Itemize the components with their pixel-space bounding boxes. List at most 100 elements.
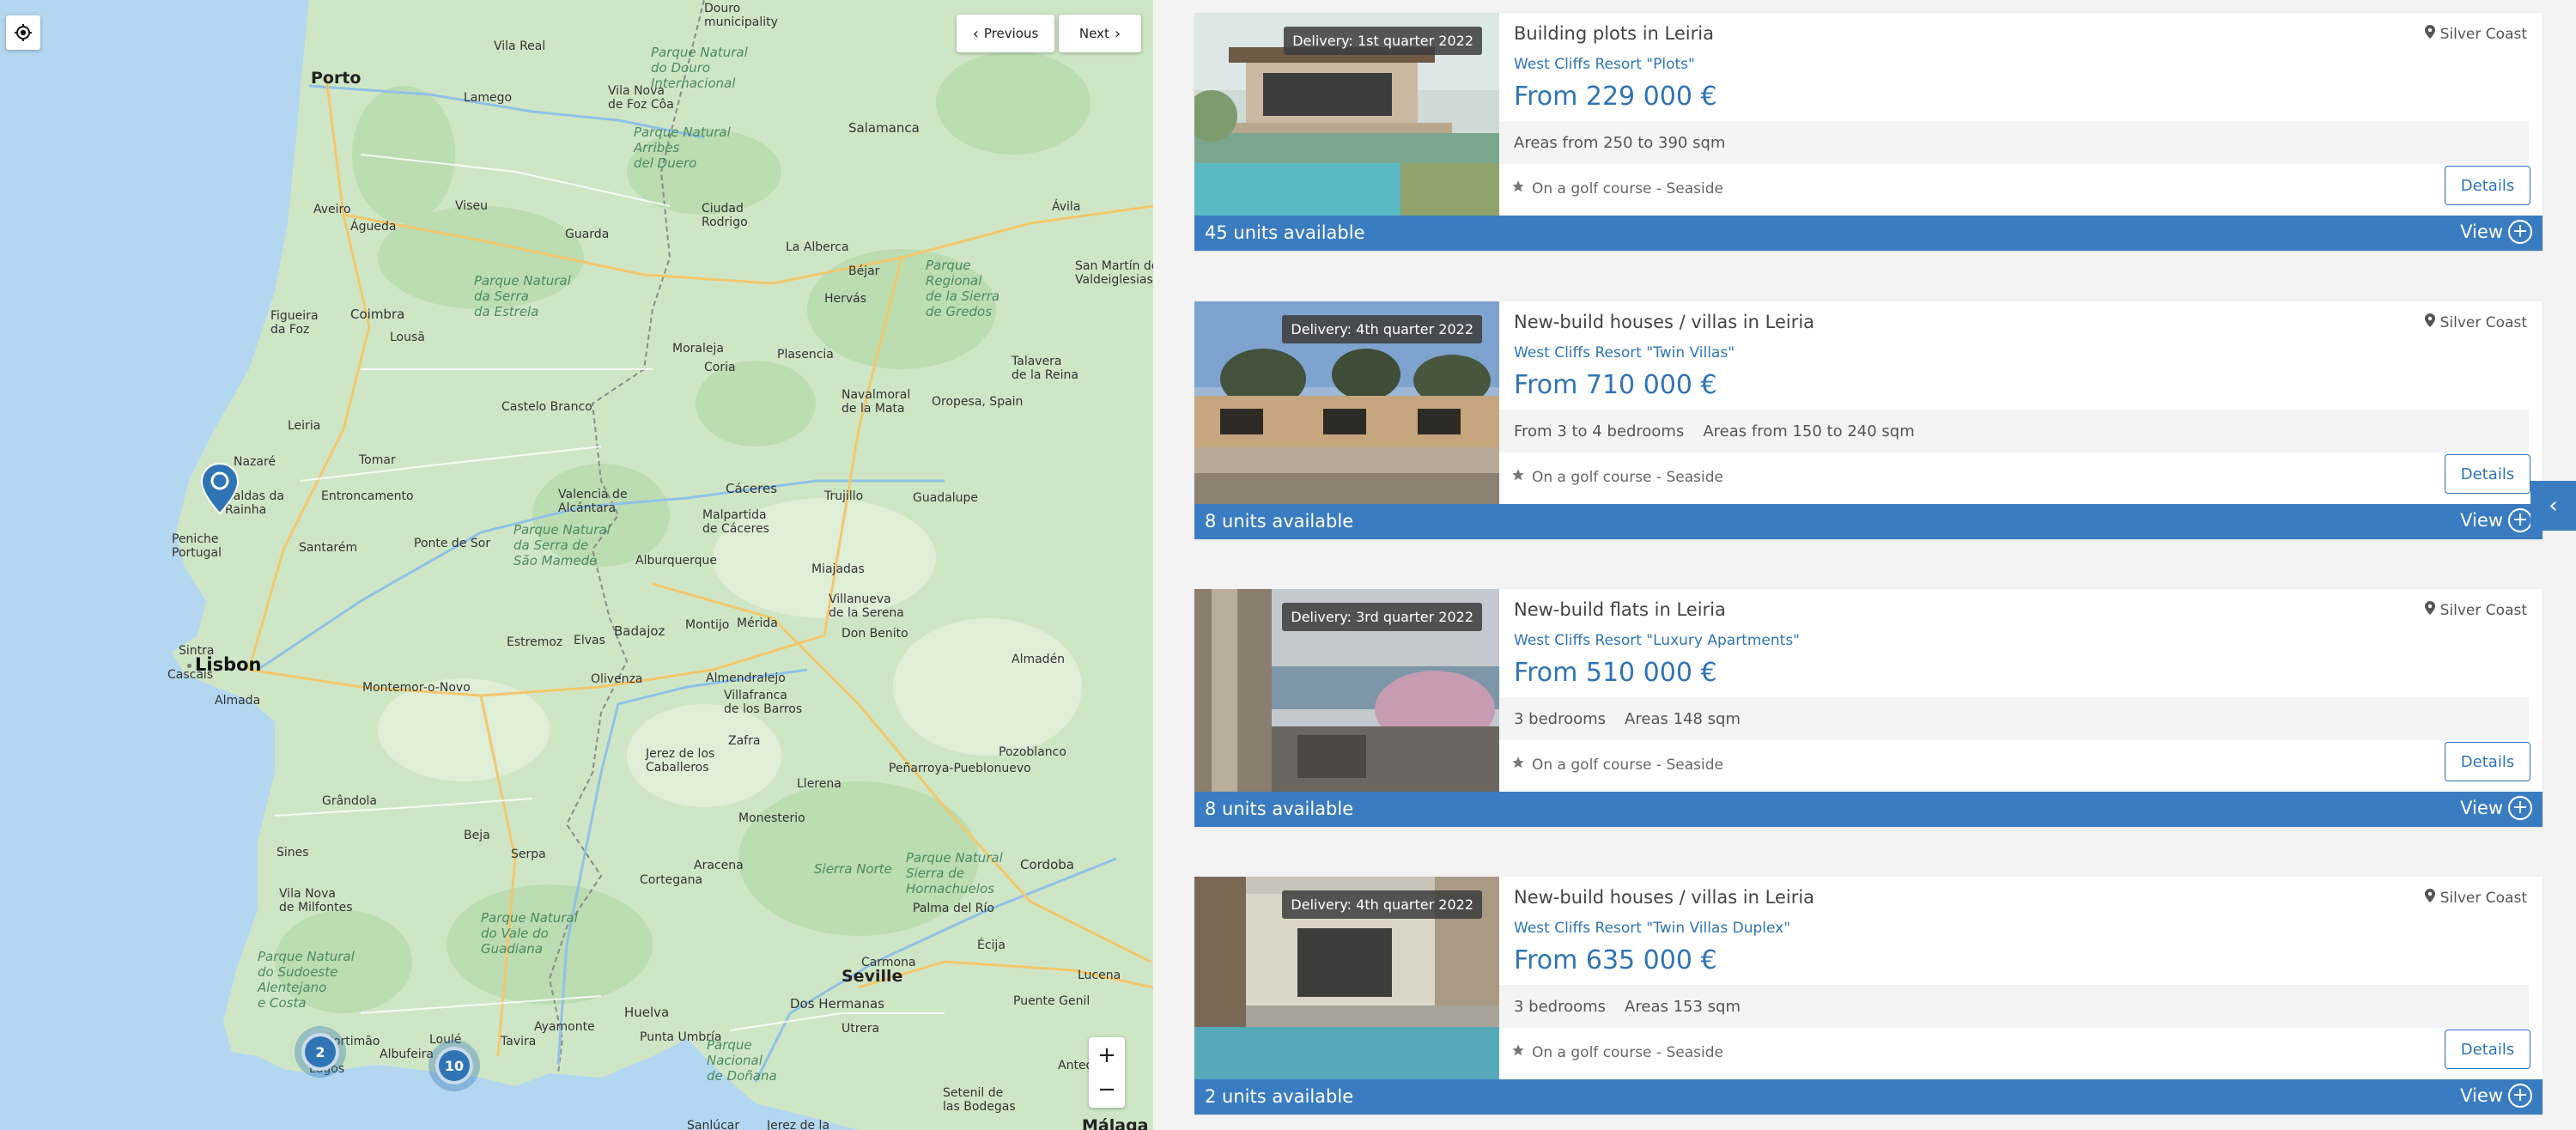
map-label-sines: Sines [276,846,309,860]
resort-link[interactable]: West Cliffs Resort "Twin Villas" [1514,344,1735,361]
property-card[interactable]: Delivery: 4th quarter 2022 New-build hou… [1194,301,2543,539]
resort-link[interactable]: West Cliffs Resort "Twin Villas Duplex" [1514,920,1790,937]
map-label-hervas: Hervás [824,292,867,306]
property-card[interactable]: Delivery: 4th quarter 2022 New-build hou… [1194,877,2543,1115]
map-label-albufeira: Albufeira [380,1048,434,1061]
map-park-sierra-norte: Sierra Norte [814,861,892,877]
feature-item: Areas 148 sqm [1625,709,1741,728]
resort-link[interactable]: West Cliffs Resort "Luxury Apartments" [1514,632,1800,649]
map-label-palma-rio: Palma del Río [913,902,994,915]
features-row: From 3 to 4 bedrooms Areas from 150 to 2… [1499,410,2529,453]
property-price: From 510 000 € [1514,658,1717,688]
details-button[interactable]: Details [2445,742,2530,781]
location-pin-icon[interactable] [200,462,240,515]
property-photo[interactable]: Delivery: 3rd quarter 2022 [1194,589,1499,792]
tags-text: On a golf course - Seaside [1532,468,1723,486]
map-label-peniche: Peniche Portugal [172,532,222,560]
region-text: Silver Coast [2439,25,2527,43]
view-button[interactable]: View + [2460,1084,2532,1108]
feature-item: Areas from 150 to 240 sqm [1703,422,1915,440]
map-label-coimbra: Coimbra [350,307,405,322]
map-label-lousa: Lousã [390,331,425,344]
property-photo[interactable]: Delivery: 1st quarter 2022 [1194,13,1499,216]
view-button[interactable]: View + [2460,220,2532,244]
zoom-in-button[interactable]: + [1091,1039,1123,1072]
map-label-cortegana: Cortegana [640,873,703,887]
map-cluster-marker[interactable]: 10 [435,1047,473,1084]
view-button[interactable]: View + [2460,796,2532,820]
property-card[interactable]: Delivery: 3rd quarter 2022 New-build fla… [1194,589,2543,827]
map-label-vila-nova-milfontes: Vila Nova de Milfontes [279,887,353,914]
tags-row: On a golf course - Seaside [1511,468,1723,486]
collapse-panel-tab[interactable]: ‹ [2530,481,2576,531]
resort-link[interactable]: West Cliffs Resort "Plots" [1514,56,1695,73]
map-label-agueda: Águeda [350,220,397,234]
property-title[interactable]: New-build houses / villas in Leiria [1514,312,1814,332]
next-button[interactable]: Next › [1059,15,1141,52]
map-label-la-alberca: La Alberca [786,240,849,254]
details-button[interactable]: Details [2445,166,2530,205]
units-bar[interactable]: 2 units available View + [1194,1079,2543,1115]
property-photo[interactable]: Delivery: 4th quarter 2022 [1194,877,1499,1079]
map-label-jerez: Jerez de la [767,1119,830,1130]
map-label-lucena: Lucena [1078,969,1121,982]
map-label-santarem: Santarém [299,541,358,555]
plus-circle-icon: + [2508,508,2532,532]
details-button[interactable]: Details [2445,454,2530,494]
locate-icon [15,24,32,41]
units-bar[interactable]: 8 units available View + [1194,792,2543,827]
delivery-badge: Delivery: 1st quarter 2022 [1284,27,1482,55]
map-pin-icon [2424,25,2435,43]
property-title[interactable]: New-build flats in Leiria [1514,599,1726,620]
map-park-sao-mamede: Parque Natural da Serra de São Mamede [513,522,611,568]
map-label-almendralejo: Almendralejo [706,671,786,685]
units-bar[interactable]: 45 units available View + [1194,216,2543,251]
delivery-badge: Delivery: 4th quarter 2022 [1282,890,1482,919]
property-card[interactable]: Delivery: 1st quarter 2022 Building plot… [1194,13,2543,251]
tags-row: On a golf course - Seaside [1511,179,1723,197]
property-photo[interactable]: Delivery: 4th quarter 2022 [1194,301,1499,504]
map-cluster-marker[interactable]: 2 [301,1033,339,1071]
map-label-beja: Beja [464,829,490,842]
map-label-grandola: Grândola [322,794,377,808]
property-title[interactable]: New-build houses / villas in Leiria [1514,887,1814,908]
map-label-setenil: Setenil de las Bodegas [943,1086,1016,1114]
map-park-arribes: Parque Natural Arribes del Duero [634,125,731,171]
property-title[interactable]: Building plots in Leiria [1514,23,1714,44]
star-icon [1511,179,1525,197]
map-label-tomar: Tomar [359,453,396,467]
map-label-almaden: Almadén [1012,653,1066,666]
property-info: New-build houses / villas in Leiria Silv… [1499,877,2543,1079]
map-label-loule: Loulé [429,1033,462,1047]
zoom-out-button[interactable]: − [1091,1073,1123,1106]
map-label-avila: Ávila [1052,200,1081,214]
region-text: Silver Coast [2439,313,2527,331]
map-label-aveiro: Aveiro [313,203,351,216]
map-label-cascais: Cascais [167,668,214,682]
star-icon [1511,756,1525,774]
map-label-serpa: Serpa [511,848,546,861]
units-available: 45 units available [1205,222,1365,243]
map-label-aracena: Aracena [694,859,744,872]
map-park-estrela: Parque Natural da Serra da Estrela [474,273,571,319]
map-label-ciudad-rodrigo: Ciudad Rodrigo [702,202,748,229]
region-label: Silver Coast [2424,313,2527,331]
next-label: Next [1078,26,1109,41]
locate-button[interactable] [6,15,40,50]
map-label-oropesa: Oropesa, Spain [932,395,1024,409]
details-button[interactable]: Details [2445,1030,2530,1069]
map-label-figueira: Figueira da Foz [270,309,319,337]
map[interactable]: Porto Lisbon Salamanca Seville Cáceres B… [0,0,1153,1130]
map-label-seville: Seville [841,967,903,986]
previous-button[interactable]: ‹ Previous [957,15,1054,52]
view-button[interactable]: View + [2460,508,2532,532]
feature-item: Areas 153 sqm [1625,997,1741,1016]
map-label-montijo: Montijo [685,618,730,632]
units-bar[interactable]: 8 units available View + [1194,504,2543,539]
map-label-vila-real: Vila Real [494,39,546,53]
star-icon [1511,1043,1525,1061]
region-text: Silver Coast [2439,601,2527,619]
features-row: 3 bedrooms Areas 153 sqm [1499,985,2529,1028]
map-label-ayamonte: Ayamonte [534,1020,595,1034]
map-park-douro: Parque Natural do Douro Internacional [651,45,748,91]
